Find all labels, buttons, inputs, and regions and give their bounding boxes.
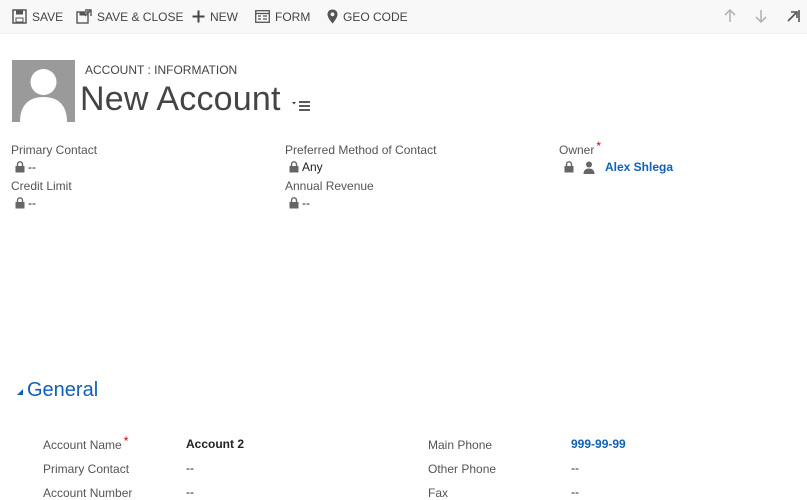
- avatar: [12, 60, 75, 122]
- arrow-down-icon[interactable]: [753, 8, 769, 24]
- geo-code-button[interactable]: GEO CODE: [327, 0, 408, 33]
- header-annual-revenue-field: --: [289, 196, 310, 210]
- header-credit-limit-field: --: [15, 196, 36, 210]
- map-pin-icon: [327, 9, 338, 24]
- account-number-label: Account Number: [43, 486, 133, 500]
- account-name-label: Account Name: [43, 438, 122, 452]
- save-icon: [12, 9, 27, 24]
- plus-icon: [192, 10, 205, 23]
- header-owner-field: Alex Shlega: [564, 160, 673, 174]
- header-credit-limit-value: --: [28, 196, 36, 210]
- new-button[interactable]: NEW: [192, 0, 238, 33]
- main-phone-field[interactable]: 999-99-99: [571, 437, 626, 451]
- form-selector-icon[interactable]: [292, 98, 312, 112]
- fax-label: Fax: [428, 486, 449, 500]
- form-label: FORM: [275, 9, 311, 24]
- save-label: SAVE: [32, 9, 64, 24]
- lock-icon: [289, 161, 299, 173]
- save-button[interactable]: SAVE: [12, 0, 63, 33]
- collapse-triangle-icon[interactable]: [16, 388, 24, 396]
- lock-icon: [15, 197, 25, 209]
- header-credit-limit-label: Credit Limit: [11, 179, 72, 193]
- page-title: New Account: [80, 80, 281, 118]
- save-close-icon: [76, 8, 92, 24]
- primary-contact-field[interactable]: --: [186, 461, 194, 475]
- user-silhouette-icon: [20, 69, 67, 122]
- save-close-button[interactable]: SAVE & CLOSE: [76, 0, 183, 33]
- section-title-general[interactable]: General: [27, 379, 98, 402]
- account-name-field[interactable]: Account 2: [186, 437, 244, 451]
- header-owner-label: Owner: [559, 143, 595, 157]
- header-annual-revenue-label: Annual Revenue: [285, 179, 374, 193]
- header-preferred-method-value: Any: [302, 160, 323, 174]
- main-phone-label: Main Phone: [428, 438, 493, 452]
- other-phone-label: Other Phone: [428, 462, 497, 476]
- entity-form-label: ACCOUNT : INFORMATION: [85, 63, 238, 77]
- header-primary-contact-value: --: [28, 160, 36, 174]
- required-indicator: *: [596, 139, 602, 153]
- fax-field[interactable]: --: [571, 485, 579, 499]
- popout-icon[interactable]: [785, 8, 801, 24]
- lock-icon: [15, 161, 25, 173]
- other-phone-field[interactable]: --: [571, 461, 579, 475]
- arrow-up-icon[interactable]: [722, 8, 738, 24]
- header-primary-contact-field: --: [15, 160, 36, 174]
- lock-icon: [289, 197, 299, 209]
- header-annual-revenue-value: --: [302, 196, 310, 210]
- save-close-label: SAVE & CLOSE: [97, 9, 184, 24]
- header-preferred-method-label: Preferred Method of Contact: [285, 143, 437, 157]
- form-icon: [255, 10, 270, 23]
- header-primary-contact-label: Primary Contact: [11, 143, 98, 157]
- lock-icon: [564, 161, 574, 173]
- account-name-label-wrap: Account Name *: [43, 434, 128, 452]
- command-bar: SAVE SAVE & CLOSE NEW FORM GEO CODE: [0, 0, 807, 34]
- form-button[interactable]: FORM: [255, 0, 310, 33]
- required-indicator: *: [123, 434, 129, 448]
- geo-code-label: GEO CODE: [343, 9, 408, 24]
- new-label: NEW: [210, 9, 238, 24]
- account-number-field[interactable]: --: [186, 485, 194, 499]
- header-owner-label-wrap: Owner *: [559, 139, 601, 157]
- owner-link[interactable]: Alex Shlega: [605, 160, 673, 174]
- primary-contact-label: Primary Contact: [43, 462, 130, 476]
- user-icon: [583, 161, 595, 174]
- header-preferred-method-field: Any: [289, 160, 323, 174]
